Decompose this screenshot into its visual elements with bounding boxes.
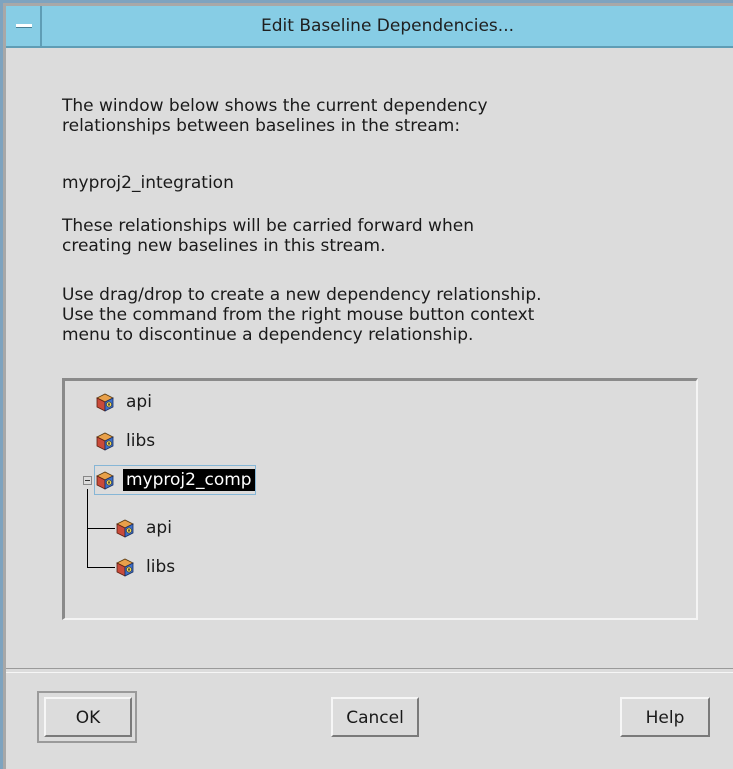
- dependency-tree[interactable]: api libs myproj2_comp api libs: [62, 378, 698, 620]
- ok-button[interactable]: OK: [44, 697, 132, 737]
- tree-connector-line: [87, 567, 115, 568]
- help-button[interactable]: Help: [620, 697, 710, 737]
- collapse-toggle-icon[interactable]: [83, 476, 92, 485]
- carry-forward-note: These relationships will be carried forw…: [62, 216, 474, 256]
- cancel-button[interactable]: Cancel: [331, 697, 419, 737]
- window-title: Edit Baseline Dependencies...: [261, 16, 514, 36]
- button-separator: [6, 668, 733, 673]
- instructions-text: Use drag/drop to create a new dependency…: [62, 285, 542, 345]
- component-cube-icon: [95, 392, 115, 412]
- stream-name: myproj2_integration: [62, 173, 234, 193]
- bottom-frame: [6, 747, 733, 769]
- tree-item-label: api: [126, 392, 152, 412]
- component-cube-icon: [115, 518, 135, 538]
- component-cube-icon: [95, 470, 115, 490]
- tree-item-libs[interactable]: libs: [95, 427, 158, 455]
- title-bar[interactable]: Edit Baseline Dependencies...: [6, 6, 733, 48]
- component-cube-icon: [95, 431, 115, 451]
- dialog-body: The window below shows the current depen…: [6, 48, 733, 668]
- component-cube-icon: [115, 557, 135, 577]
- tree-item-label: libs: [126, 431, 156, 451]
- tree-item-label: libs: [146, 557, 176, 577]
- intro-text: The window below shows the current depen…: [62, 96, 488, 136]
- tree-item-child-api[interactable]: api: [115, 514, 175, 542]
- tree-item-myproj2-comp[interactable]: myproj2_comp: [94, 465, 256, 495]
- dialog-window: Edit Baseline Dependencies... The window…: [0, 0, 733, 769]
- tree-item-label: api: [146, 518, 172, 538]
- tree-item-label: myproj2_comp: [123, 469, 255, 491]
- tree-connector-line: [87, 528, 115, 529]
- tree-item-api[interactable]: api: [95, 388, 155, 416]
- tree-item-child-libs[interactable]: libs: [115, 553, 178, 581]
- window-menu-button[interactable]: [6, 6, 42, 46]
- window-menu-icon: [16, 24, 32, 28]
